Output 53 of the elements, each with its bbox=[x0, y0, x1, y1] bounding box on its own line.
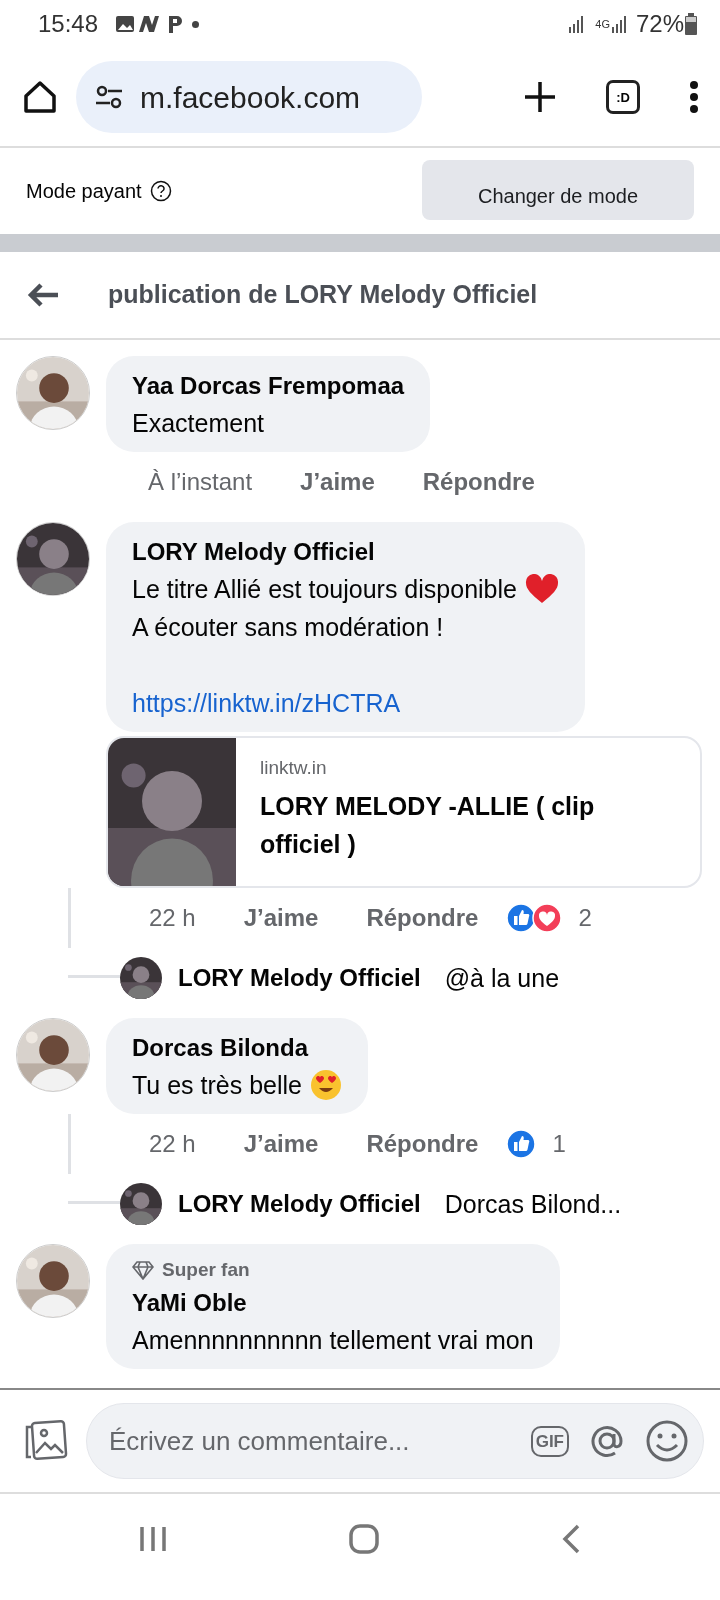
back-arrow-icon[interactable] bbox=[26, 281, 60, 309]
status-time: 15:48 bbox=[38, 9, 99, 39]
like-link[interactable]: J’aime bbox=[300, 464, 375, 500]
reaction-count: 2 bbox=[578, 903, 592, 933]
preview-title: LORY MELODY -ALLIE ( clip officiel ) bbox=[260, 790, 596, 860]
change-mode-button[interactable]: Changer de mode bbox=[422, 160, 694, 220]
author-name[interactable]: LORY Melody Officiel bbox=[178, 1186, 421, 1222]
reply-link[interactable]: Répondre bbox=[422, 464, 535, 500]
comment-link[interactable]: https://linktw.in/zHCTRA bbox=[132, 689, 401, 717]
comment-text: Exactement bbox=[132, 408, 264, 439]
url-text: m.facebook.com bbox=[140, 79, 361, 116]
author-name[interactable]: LORY Melody Officiel bbox=[178, 960, 421, 996]
like-link[interactable]: J’aime bbox=[243, 900, 319, 936]
comment-time: À l’instant bbox=[148, 467, 253, 497]
like-link[interactable]: J’aime bbox=[243, 1126, 319, 1162]
comment-time: 22 h bbox=[149, 903, 196, 933]
comment-time: 22 h bbox=[149, 1129, 196, 1159]
comment-text: A écouter sans modération ! bbox=[132, 612, 444, 643]
fan-label: Super fan bbox=[162, 1258, 250, 1282]
diamond-icon bbox=[132, 1260, 154, 1281]
reply-preview-text[interactable]: Dorcas Bilond... bbox=[444, 1185, 622, 1223]
back-icon[interactable] bbox=[560, 1523, 582, 1555]
comment-text: Le titre Allié est toujours disponible bbox=[132, 574, 517, 605]
author-name[interactable]: Dorcas Bilonda bbox=[132, 1030, 342, 1066]
help-icon[interactable] bbox=[149, 180, 172, 202]
gif-button[interactable]: GIF bbox=[530, 1425, 569, 1457]
network-type: 4G bbox=[595, 16, 610, 32]
plus-icon[interactable] bbox=[522, 79, 558, 115]
recent-apps-icon[interactable] bbox=[138, 1525, 168, 1553]
emoji-icon[interactable] bbox=[645, 1419, 689, 1463]
site-settings-icon bbox=[94, 84, 124, 110]
author-name[interactable]: Yaa Dorcas Frempomaa bbox=[132, 368, 405, 404]
reply-link[interactable]: Répondre bbox=[366, 1126, 479, 1162]
comment-field[interactable]: Écrivez un commentaire... GIF bbox=[86, 1403, 704, 1479]
mode-label: Mode payant bbox=[26, 179, 142, 204]
address-bar[interactable]: m.facebook.com bbox=[76, 61, 422, 133]
battery-icon bbox=[684, 12, 698, 36]
menu-icon[interactable] bbox=[688, 80, 700, 114]
battery-percent: 72% bbox=[635, 9, 684, 39]
reaction-count: 1 bbox=[552, 1129, 566, 1159]
dot-icon bbox=[192, 20, 200, 28]
image-icon bbox=[114, 13, 137, 35]
link-preview-card[interactable]: linktw.in LORY MELODY -ALLIE ( clip officiel ) bbox=[106, 736, 702, 888]
preview-domain: linktw.in bbox=[260, 756, 328, 780]
reply-preview-text[interactable]: @à la une bbox=[444, 959, 560, 997]
tab-switcher[interactable]: :D bbox=[606, 80, 640, 114]
page-title: publication de LORY Melody Officiel bbox=[108, 279, 538, 311]
comment-text: Amennnnnnnnnn tellement vrai mon bbox=[132, 1324, 534, 1356]
comment-text: Tu es très belle bbox=[132, 1070, 302, 1101]
author-name[interactable]: YaMi Oble bbox=[132, 1284, 534, 1321]
reply-link[interactable]: Répondre bbox=[366, 900, 479, 936]
home-icon[interactable] bbox=[348, 1523, 380, 1555]
author-name[interactable]: LORY Melody Officiel bbox=[132, 534, 559, 570]
